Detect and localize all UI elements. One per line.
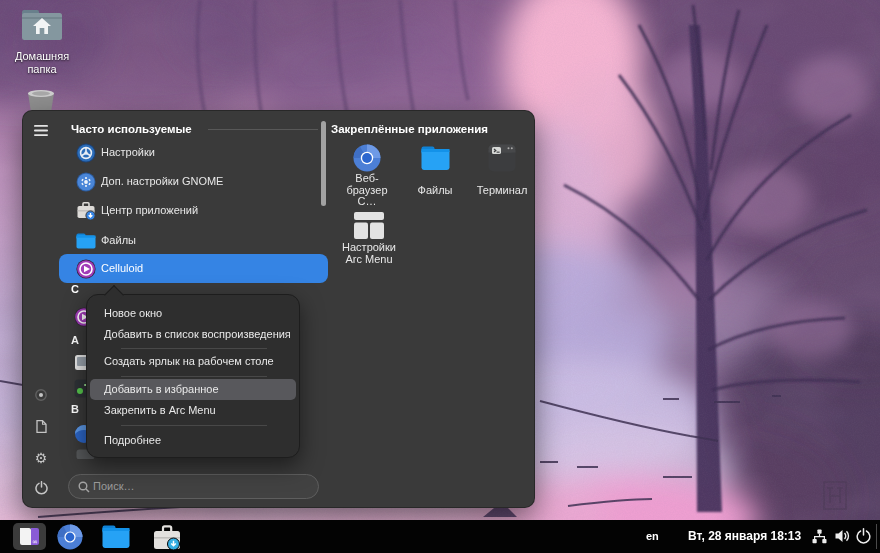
taskbar-app-center-icon[interactable] [152,523,182,551]
menu-item-celluloid[interactable]: Celluloid [101,262,143,274]
arc-menu-logo-icon: ∞ [18,526,41,547]
documents-icon[interactable] [36,420,47,433]
files-icon [76,231,96,251]
terminal-icon[interactable] [488,144,516,172]
power-icon[interactable] [35,481,48,495]
ctx-separator-1 [121,348,267,349]
pinned-header: Закреплённые приложения [331,123,488,135]
ctx-add-favorites[interactable]: Добавить в избранное [104,383,219,395]
desktop: Домашняя папка ⚙ [0,0,880,553]
section-letter-b: B [71,403,79,415]
scrollbar[interactable] [321,121,326,206]
ctx-new-window[interactable]: Новое окно [104,307,162,319]
taskbar-chromium-icon[interactable] [57,524,83,550]
pinned-label-arc-settings[interactable]: Настройки Arc Menu [337,242,401,265]
search-input[interactable]: Поиск… [68,474,319,499]
power-button-icon[interactable] [856,528,871,544]
section-letter-c: C [71,283,79,295]
menu-item-app-center[interactable]: Центр приложений [101,204,198,216]
search-icon [78,481,90,493]
app-center-icon [76,201,96,221]
celluloid-icon [76,259,96,279]
ctx-separator-2 [121,376,267,377]
gnome-tweaks-icon [76,172,96,192]
ctx-details[interactable]: Подробнее [104,434,161,446]
svg-text:∞: ∞ [32,538,38,546]
pinned-label-terminal[interactable]: Терминал [470,185,534,197]
ctx-create-shortcut[interactable]: Создать ярлык на рабочем столе [104,355,274,367]
menu-item-settings[interactable]: Настройки [101,146,155,158]
ctx-add-playlist[interactable]: Добавить в список воспроизведения [104,328,291,340]
trash-icon[interactable] [26,90,56,112]
taskbar-divider [876,524,877,549]
chromium-icon[interactable] [353,144,381,172]
pinned-files-icon[interactable] [421,146,450,171]
pinned-label-files[interactable]: Файлы [403,185,467,197]
arc-menu-button[interactable]: ∞ [13,523,46,550]
taskbar-files-icon[interactable] [102,525,130,549]
context-menu: Новое окно Добавить в список воспроизвед… [86,294,300,458]
network-icon[interactable] [812,529,827,544]
arc-menu-settings-icon[interactable] [354,212,384,239]
search-placeholder: Поиск… [93,475,318,498]
header-divider [208,129,318,130]
taskbar: ∞ [0,520,880,553]
clock[interactable]: Вт, 28 января 18:13 [688,529,801,543]
ctx-separator-3 [121,425,267,426]
home-folder-label[interactable]: Домашняя папка [2,50,82,76]
keyboard-layout-indicator[interactable]: en [646,530,659,542]
home-folder-icon[interactable] [22,10,62,40]
frequent-header: Часто используемые [71,123,192,135]
selected-row-highlight [59,254,328,283]
menu-item-files[interactable]: Файлы [101,234,136,246]
ctx-pin-arc-menu[interactable]: Закрепить в Arc Menu [104,404,216,416]
recent-icon[interactable] [35,389,47,401]
hamburger-icon[interactable] [34,125,48,136]
section-letter-a: A [71,334,79,346]
settings-gear-icon[interactable]: ⚙ [33,450,49,466]
pinned-label-web-browser[interactable]: Веб-браузер C… [336,173,398,208]
menu-item-tweaks[interactable]: Доп. настройки GNOME [101,175,223,187]
gnome-settings-icon [76,143,96,163]
volume-icon[interactable] [834,528,850,544]
